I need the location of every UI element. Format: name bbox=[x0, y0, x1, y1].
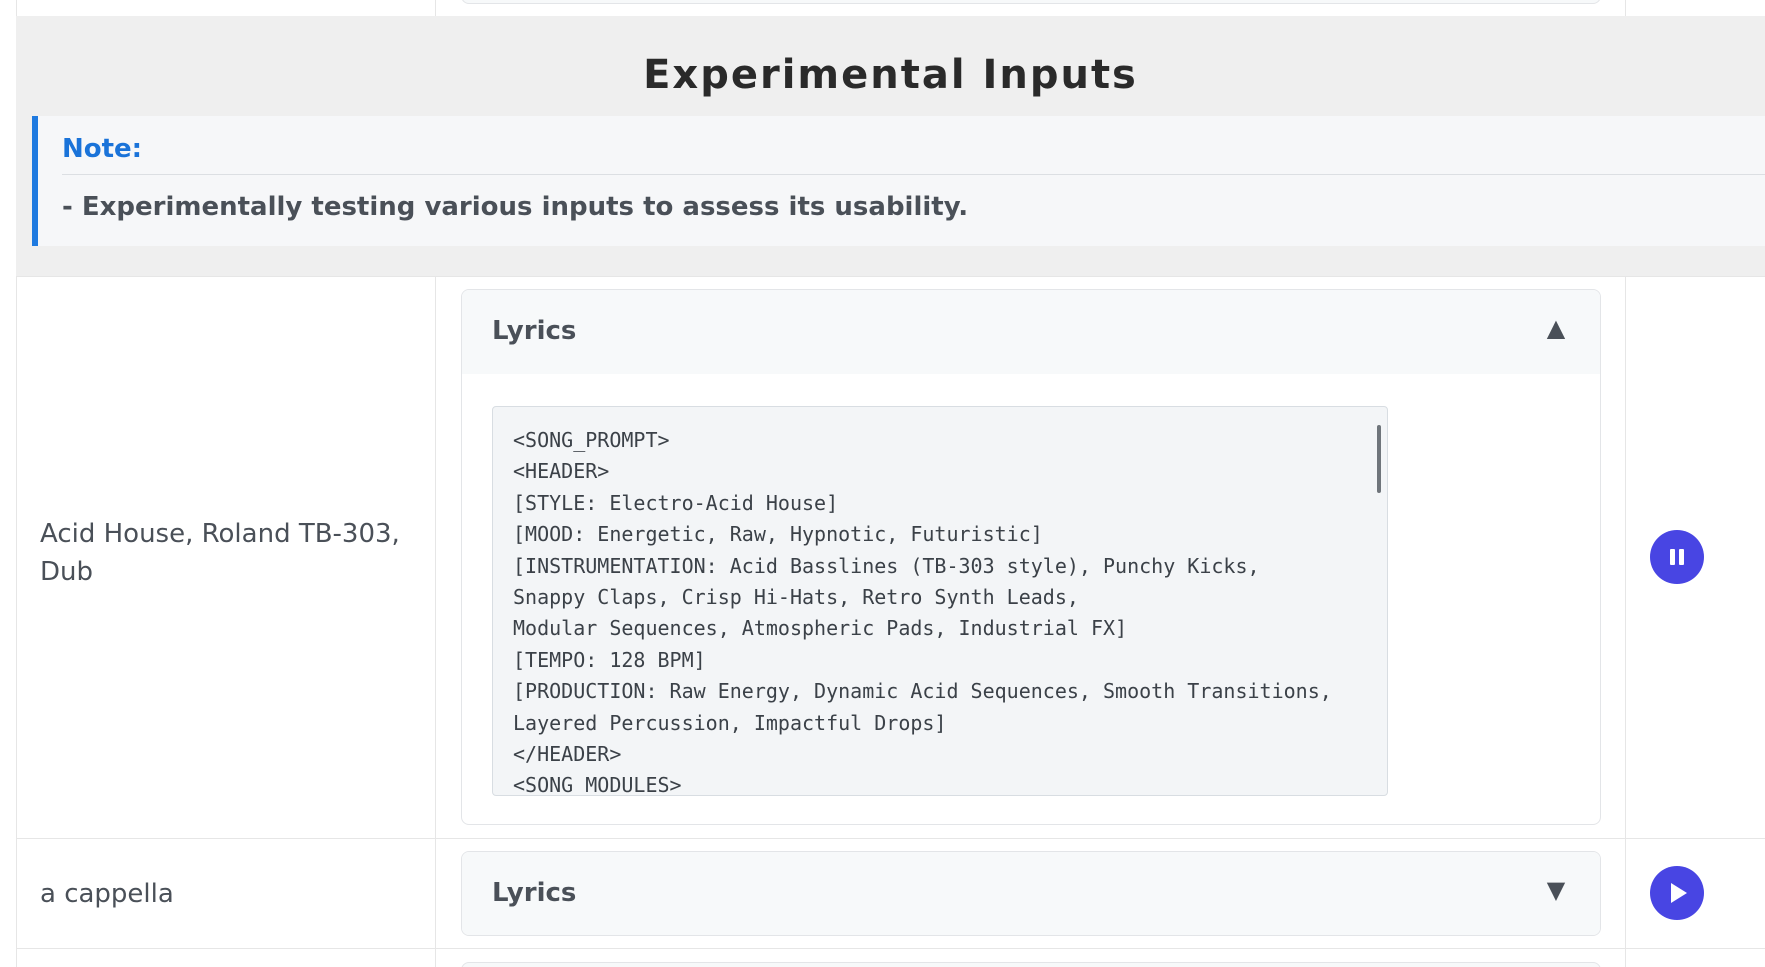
pause-icon bbox=[1670, 549, 1684, 565]
note-title: Note: bbox=[62, 134, 143, 164]
expand-arrow-icon[interactable]: ▼ bbox=[1542, 876, 1570, 904]
pause-button[interactable] bbox=[1650, 530, 1704, 584]
lyrics-line: </HEADER> bbox=[513, 742, 622, 767]
collapse-arrow-icon[interactable]: ▲ bbox=[1542, 314, 1570, 342]
lyrics-line: [MOOD: Energetic, Raw, Hypnotic, Futuris… bbox=[513, 522, 1043, 547]
scrollbar-thumb[interactable] bbox=[1377, 425, 1381, 493]
lyrics-text: <SONG_PROMPT> <HEADER> [STYLE: Electro-Aci… bbox=[513, 425, 1367, 796]
lyrics-line: [TEMPO: 128 BPM] bbox=[513, 647, 706, 672]
lyrics-line: Layered Percussion, Impactful Drops] bbox=[513, 710, 947, 735]
lyrics-accordion: Lyrics ▼ bbox=[461, 851, 1601, 936]
row-divider bbox=[16, 948, 1765, 949]
note-divider bbox=[62, 174, 1765, 175]
note-text: - Experimentally testing various inputs … bbox=[62, 192, 969, 222]
lyrics-line: [PRODUCTION: Raw Energy, Dynamic Acid Se… bbox=[513, 679, 1332, 704]
section-title: Experimental Inputs bbox=[643, 52, 1138, 98]
lyrics-title: Lyrics bbox=[492, 316, 577, 346]
lyrics-accordion-header[interactable]: Lyrics ▲ bbox=[462, 290, 1600, 374]
play-button[interactable] bbox=[1650, 866, 1704, 920]
play-icon bbox=[1671, 883, 1687, 903]
lyrics-line: Modular Sequences, Atmospheric Pads, Ind… bbox=[513, 616, 1128, 641]
lyrics-title: Lyrics bbox=[492, 878, 577, 908]
lyrics-textarea[interactable]: <SONG_PROMPT> <HEADER> [STYLE: Electro-Aci… bbox=[492, 406, 1388, 796]
lyrics-line: Snappy Claps, Crisp Hi-Hats, Retro Synth… bbox=[513, 585, 1079, 610]
lyrics-line: [STYLE: Electro-Acid House] bbox=[513, 490, 839, 515]
lyrics-line: <HEADER> bbox=[513, 459, 610, 484]
page: Experimental Inputs Note: - Experimental… bbox=[0, 0, 1765, 967]
lyrics-accordion: Lyrics ▲ <SONG_PROMPT> <HEADER> [STYLE: El… bbox=[461, 289, 1601, 825]
lyrics-line: <SONG_PROMPT> bbox=[513, 428, 670, 452]
lyrics-line: [INSTRUMENTATION: Acid Basslines (TB-303… bbox=[513, 553, 1260, 578]
row-label: Acid House, Roland TB-303, Dub bbox=[40, 519, 400, 587]
previous-lyrics-box[interactable] bbox=[461, 0, 1601, 4]
row-label: a cappella bbox=[40, 879, 174, 909]
experimental-inputs-section: Experimental Inputs Note: - Experimental… bbox=[16, 16, 1765, 276]
next-lyrics-box[interactable] bbox=[461, 962, 1601, 967]
note-callout: Note: - Experimentally testing various i… bbox=[32, 116, 1765, 246]
lyrics-accordion-header[interactable]: Lyrics ▼ bbox=[462, 852, 1600, 935]
row-divider bbox=[16, 276, 1765, 277]
row-divider bbox=[16, 838, 1765, 839]
lyrics-line: <SONG_MODULES> bbox=[513, 773, 682, 796]
